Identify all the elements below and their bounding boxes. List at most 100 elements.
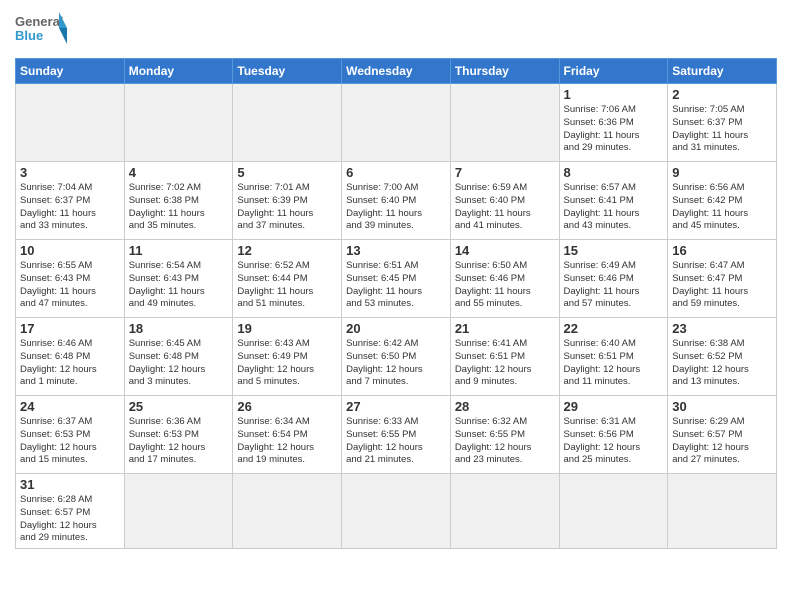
- day-number: 22: [564, 321, 664, 336]
- weekday-header-row: SundayMondayTuesdayWednesdayThursdayFrid…: [16, 59, 777, 84]
- day-info: Sunrise: 6:45 AM Sunset: 6:48 PM Dayligh…: [129, 338, 229, 389]
- day-number: 4: [129, 165, 229, 180]
- day-info: Sunrise: 6:46 AM Sunset: 6:48 PM Dayligh…: [20, 338, 120, 389]
- day-info: Sunrise: 6:31 AM Sunset: 6:56 PM Dayligh…: [564, 416, 664, 467]
- day-info: Sunrise: 7:04 AM Sunset: 6:37 PM Dayligh…: [20, 182, 120, 233]
- calendar-cell: 24 Sunrise: 6:37 AM Sunset: 6:53 PM Dayli…: [16, 396, 125, 474]
- day-number: 27: [346, 399, 446, 414]
- weekday-header-tuesday: Tuesday: [233, 59, 342, 84]
- day-number: 13: [346, 243, 446, 258]
- calendar-cell: [450, 84, 559, 162]
- day-number: 30: [672, 399, 772, 414]
- calendar-cell: 8 Sunrise: 6:57 AM Sunset: 6:41 PM Daylig…: [559, 162, 668, 240]
- calendar-cell: 4 Sunrise: 7:02 AM Sunset: 6:38 PM Daylig…: [124, 162, 233, 240]
- day-number: 10: [20, 243, 120, 258]
- calendar-table: SundayMondayTuesdayWednesdayThursdayFrid…: [15, 58, 777, 549]
- calendar-cell: 29 Sunrise: 6:31 AM Sunset: 6:56 PM Dayli…: [559, 396, 668, 474]
- svg-text:Blue: Blue: [15, 28, 43, 43]
- day-info: Sunrise: 7:06 AM Sunset: 6:36 PM Dayligh…: [564, 104, 664, 155]
- calendar-cell: 13 Sunrise: 6:51 AM Sunset: 6:45 PM Dayli…: [342, 240, 451, 318]
- calendar-cell: 9 Sunrise: 6:56 AM Sunset: 6:42 PM Daylig…: [668, 162, 777, 240]
- day-number: 15: [564, 243, 664, 258]
- day-info: Sunrise: 6:55 AM Sunset: 6:43 PM Dayligh…: [20, 260, 120, 311]
- calendar-cell: 20Sunrise: 6:42 AM Sunset: 6:50 PM Dayli…: [342, 318, 451, 396]
- day-number: 9: [672, 165, 772, 180]
- day-info: Sunrise: 6:59 AM Sunset: 6:40 PM Dayligh…: [455, 182, 555, 233]
- calendar-cell: 19 Sunrise: 6:43 AM Sunset: 6:49 PM Dayli…: [233, 318, 342, 396]
- day-info: Sunrise: 6:37 AM Sunset: 6:53 PM Dayligh…: [20, 416, 120, 467]
- day-number: 28: [455, 399, 555, 414]
- calendar-cell: 22 Sunrise: 6:40 AM Sunset: 6:51 PM Dayli…: [559, 318, 668, 396]
- calendar-cell: [450, 474, 559, 549]
- calendar-cell: 2Sunrise: 7:05 AM Sunset: 6:37 PM Daylig…: [668, 84, 777, 162]
- calendar-cell: 1 Sunrise: 7:06 AM Sunset: 6:36 PM Daylig…: [559, 84, 668, 162]
- calendar-cell: 25Sunrise: 6:36 AM Sunset: 6:53 PM Dayli…: [124, 396, 233, 474]
- weekday-header-monday: Monday: [124, 59, 233, 84]
- day-info: Sunrise: 7:01 AM Sunset: 6:39 PM Dayligh…: [237, 182, 337, 233]
- day-number: 3: [20, 165, 120, 180]
- calendar-week-1: 1 Sunrise: 7:06 AM Sunset: 6:36 PM Daylig…: [16, 84, 777, 162]
- day-number: 23: [672, 321, 772, 336]
- logo-svg: General Blue: [15, 10, 67, 52]
- day-number: 24: [20, 399, 120, 414]
- calendar-cell: 26Sunrise: 6:34 AM Sunset: 6:54 PM Dayli…: [233, 396, 342, 474]
- calendar-cell: [124, 474, 233, 549]
- weekday-header-saturday: Saturday: [668, 59, 777, 84]
- header: General Blue: [15, 10, 777, 52]
- day-number: 7: [455, 165, 555, 180]
- day-info: Sunrise: 6:33 AM Sunset: 6:55 PM Dayligh…: [346, 416, 446, 467]
- day-number: 14: [455, 243, 555, 258]
- day-number: 31: [20, 477, 120, 492]
- calendar-cell: 21Sunrise: 6:41 AM Sunset: 6:51 PM Dayli…: [450, 318, 559, 396]
- day-info: Sunrise: 6:52 AM Sunset: 6:44 PM Dayligh…: [237, 260, 337, 311]
- calendar-cell: 18Sunrise: 6:45 AM Sunset: 6:48 PM Dayli…: [124, 318, 233, 396]
- weekday-header-sunday: Sunday: [16, 59, 125, 84]
- day-info: Sunrise: 7:05 AM Sunset: 6:37 PM Dayligh…: [672, 104, 772, 155]
- day-info: Sunrise: 6:49 AM Sunset: 6:46 PM Dayligh…: [564, 260, 664, 311]
- day-number: 29: [564, 399, 664, 414]
- day-info: Sunrise: 6:42 AM Sunset: 6:50 PM Dayligh…: [346, 338, 446, 389]
- calendar-cell: 11Sunrise: 6:54 AM Sunset: 6:43 PM Dayli…: [124, 240, 233, 318]
- day-number: 5: [237, 165, 337, 180]
- calendar-cell: 23 Sunrise: 6:38 AM Sunset: 6:52 PM Dayli…: [668, 318, 777, 396]
- day-info: Sunrise: 6:40 AM Sunset: 6:51 PM Dayligh…: [564, 338, 664, 389]
- calendar-week-6: 31Sunrise: 6:28 AM Sunset: 6:57 PM Dayli…: [16, 474, 777, 549]
- calendar-cell: [233, 474, 342, 549]
- day-number: 25: [129, 399, 229, 414]
- day-info: Sunrise: 6:57 AM Sunset: 6:41 PM Dayligh…: [564, 182, 664, 233]
- calendar-cell: 27 Sunrise: 6:33 AM Sunset: 6:55 PM Dayli…: [342, 396, 451, 474]
- weekday-header-friday: Friday: [559, 59, 668, 84]
- calendar-week-4: 17Sunrise: 6:46 AM Sunset: 6:48 PM Dayli…: [16, 318, 777, 396]
- day-info: Sunrise: 6:38 AM Sunset: 6:52 PM Dayligh…: [672, 338, 772, 389]
- day-number: 12: [237, 243, 337, 258]
- day-info: Sunrise: 6:43 AM Sunset: 6:49 PM Dayligh…: [237, 338, 337, 389]
- calendar-cell: [559, 474, 668, 549]
- day-number: 8: [564, 165, 664, 180]
- day-info: Sunrise: 6:29 AM Sunset: 6:57 PM Dayligh…: [672, 416, 772, 467]
- calendar-cell: [124, 84, 233, 162]
- calendar-cell: 5 Sunrise: 7:01 AM Sunset: 6:39 PM Daylig…: [233, 162, 342, 240]
- calendar-week-2: 3 Sunrise: 7:04 AM Sunset: 6:37 PM Daylig…: [16, 162, 777, 240]
- day-info: Sunrise: 7:02 AM Sunset: 6:38 PM Dayligh…: [129, 182, 229, 233]
- day-info: Sunrise: 6:54 AM Sunset: 6:43 PM Dayligh…: [129, 260, 229, 311]
- calendar-cell: [668, 474, 777, 549]
- weekday-header-wednesday: Wednesday: [342, 59, 451, 84]
- calendar-cell: 6Sunrise: 7:00 AM Sunset: 6:40 PM Daylig…: [342, 162, 451, 240]
- calendar-cell: 7 Sunrise: 6:59 AM Sunset: 6:40 PM Daylig…: [450, 162, 559, 240]
- calendar-cell: 14Sunrise: 6:50 AM Sunset: 6:46 PM Dayli…: [450, 240, 559, 318]
- day-number: 1: [564, 87, 664, 102]
- calendar-cell: 31Sunrise: 6:28 AM Sunset: 6:57 PM Dayli…: [16, 474, 125, 549]
- day-number: 19: [237, 321, 337, 336]
- calendar-cell: [16, 84, 125, 162]
- calendar-cell: 30 Sunrise: 6:29 AM Sunset: 6:57 PM Dayli…: [668, 396, 777, 474]
- calendar-cell: 10 Sunrise: 6:55 AM Sunset: 6:43 PM Dayli…: [16, 240, 125, 318]
- calendar-cell: [342, 84, 451, 162]
- calendar-week-3: 10 Sunrise: 6:55 AM Sunset: 6:43 PM Dayli…: [16, 240, 777, 318]
- calendar-cell: 16Sunrise: 6:47 AM Sunset: 6:47 PM Dayli…: [668, 240, 777, 318]
- logo: General Blue: [15, 10, 67, 52]
- day-info: Sunrise: 6:51 AM Sunset: 6:45 PM Dayligh…: [346, 260, 446, 311]
- day-info: Sunrise: 7:00 AM Sunset: 6:40 PM Dayligh…: [346, 182, 446, 233]
- day-info: Sunrise: 6:56 AM Sunset: 6:42 PM Dayligh…: [672, 182, 772, 233]
- day-info: Sunrise: 6:32 AM Sunset: 6:55 PM Dayligh…: [455, 416, 555, 467]
- calendar-cell: 15 Sunrise: 6:49 AM Sunset: 6:46 PM Dayli…: [559, 240, 668, 318]
